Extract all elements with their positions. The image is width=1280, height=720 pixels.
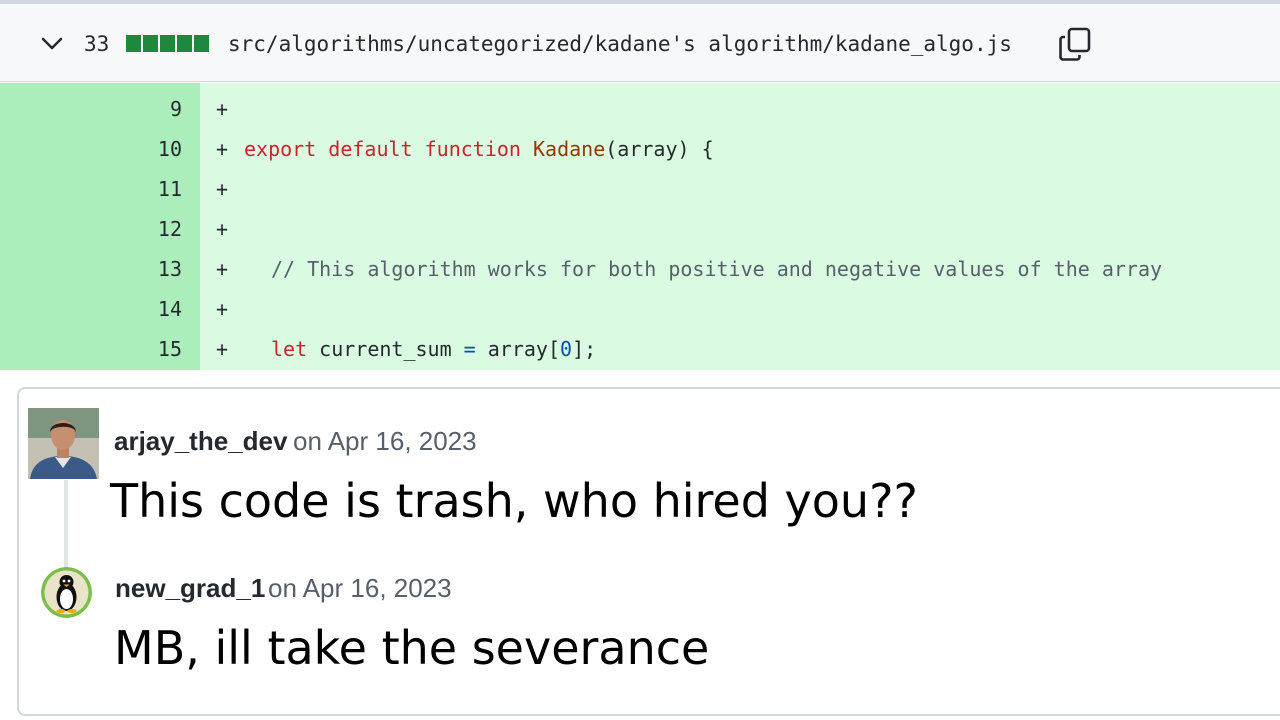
code-variable: current_sum	[319, 337, 452, 361]
added-marker: +	[216, 97, 229, 121]
diffstat-block	[126, 35, 141, 52]
comment-date[interactable]: on Apr 16, 2023	[293, 426, 477, 457]
diff-line: 10 + export default function Kadane(arra…	[0, 129, 1280, 169]
diffstat-bar	[126, 35, 209, 52]
code-number: 0	[560, 337, 573, 361]
added-marker: +	[216, 297, 229, 321]
thread-timeline-line	[64, 480, 68, 568]
code-operator: =	[463, 337, 476, 361]
file-path[interactable]: src/algorithms/uncategorized/kadane's al…	[228, 30, 1012, 58]
diff-line: 13 + // This algorithm works for both po…	[0, 249, 1280, 289]
line-number[interactable]: 15	[0, 329, 182, 369]
diffstat-block	[160, 35, 175, 52]
added-marker: +	[216, 137, 229, 161]
diff-line: 11 +	[0, 169, 1280, 209]
comment-body: MB, ill take the severance	[114, 621, 710, 675]
comment-author[interactable]: arjay_the_dev	[114, 426, 287, 457]
chevron-down-icon[interactable]	[38, 30, 66, 58]
line-number[interactable]: 11	[0, 169, 182, 209]
code-comment: // This algorithm works for both positiv…	[271, 257, 1163, 281]
code-text: export default function Kadane(array) {	[244, 129, 714, 169]
diffstat-block	[194, 35, 209, 52]
diff-count: 33	[84, 32, 110, 56]
line-number[interactable]: 12	[0, 209, 182, 249]
code-keyword: export default function	[244, 137, 521, 161]
line-number[interactable]: 10	[0, 129, 182, 169]
code-array: array[	[487, 337, 561, 361]
code-params: (array) {	[605, 137, 714, 161]
diffstat-block	[177, 35, 192, 52]
copy-icon[interactable]	[1058, 26, 1092, 62]
comment-author[interactable]: new_grad_1	[115, 573, 265, 604]
diff-view: 9 + 10 + export default function Kadane(…	[0, 83, 1280, 370]
diffstat-block	[143, 35, 158, 52]
comment-date[interactable]: on Apr 16, 2023	[268, 573, 452, 604]
diff-line: 12 +	[0, 209, 1280, 249]
line-number[interactable]: 9	[0, 89, 182, 129]
comment-body: This code is trash, who hired you??	[110, 474, 918, 528]
avatar[interactable]	[41, 567, 92, 618]
line-number[interactable]: 13	[0, 249, 182, 289]
added-marker: +	[216, 257, 229, 281]
line-number[interactable]: 14	[0, 289, 182, 329]
diff-line: 9 +	[0, 89, 1280, 129]
added-marker: +	[216, 177, 229, 201]
code-function-name: Kadane	[533, 137, 606, 161]
diff-line: 14 +	[0, 289, 1280, 329]
code-text: let current_sum = array[0];	[271, 329, 596, 369]
code-keyword: let	[271, 337, 308, 361]
added-marker: +	[216, 217, 229, 241]
code-end: ];	[572, 337, 597, 361]
file-header: 33 src/algorithms/uncategorized/kadane's…	[0, 4, 1280, 82]
diff-line: 15 + let current_sum = array[0];	[0, 329, 1280, 369]
avatar[interactable]	[28, 408, 99, 479]
added-marker: +	[216, 337, 229, 361]
